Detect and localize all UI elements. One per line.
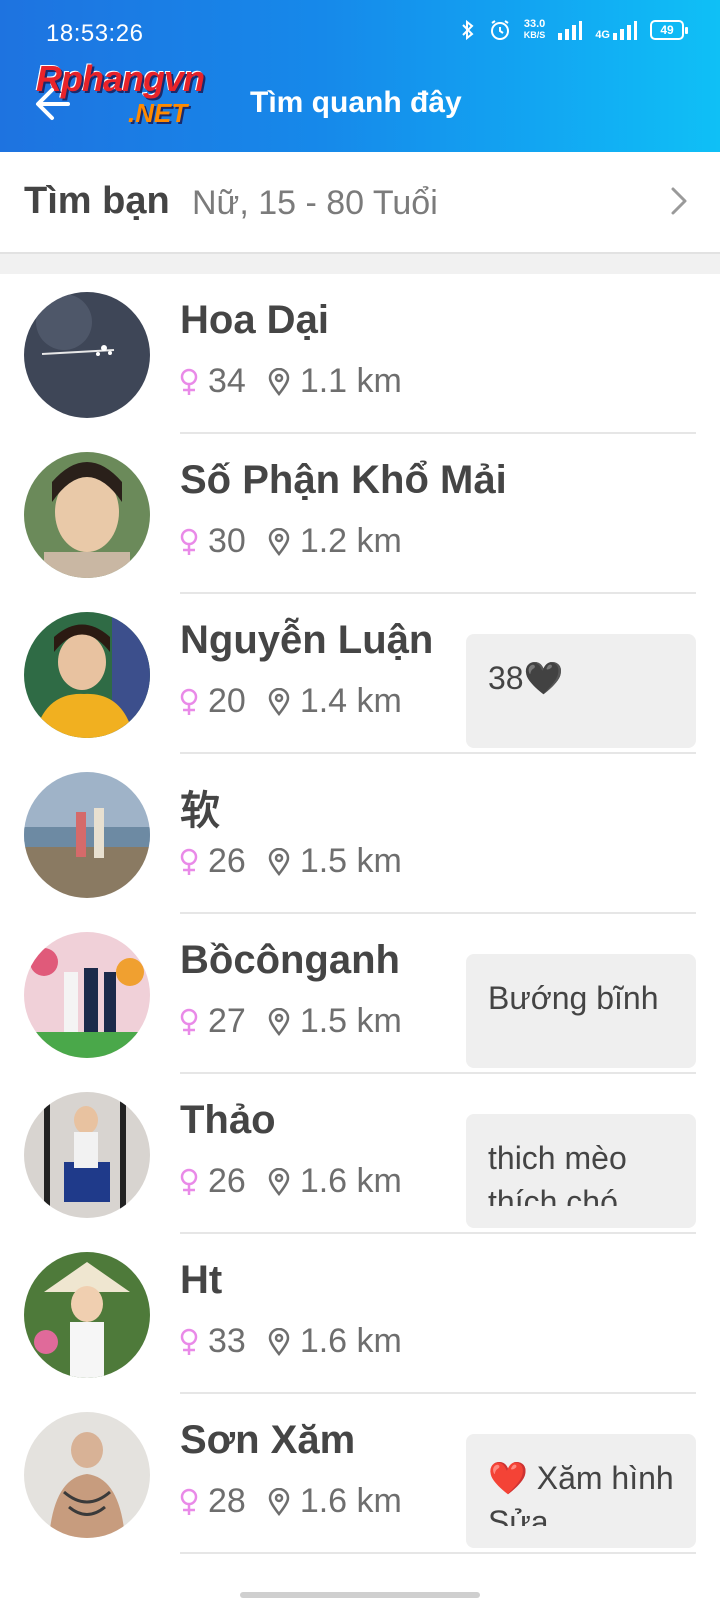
logo-suffix: .NET bbox=[128, 98, 188, 128]
map-pin-icon bbox=[268, 1007, 290, 1036]
user-meta: 34 1.1 km bbox=[178, 362, 402, 401]
avatar[interactable] bbox=[24, 1092, 150, 1218]
user-age: 20 bbox=[208, 682, 246, 720]
app-header-background: 18:53:26 33.0 KB/S 4G 49 Rphangvn .NET T… bbox=[0, 0, 720, 152]
map-pin-icon bbox=[268, 527, 290, 556]
signal-4g-icon bbox=[613, 21, 637, 40]
list-item[interactable]: Sơn Xăm 28 1.6 km ❤️ Xăm hình Sửa bbox=[0, 1394, 720, 1554]
user-distance: 1.5 km bbox=[299, 842, 402, 880]
user-name: Bồcônganh bbox=[180, 938, 400, 982]
user-name: Số Phận Khổ Mải bbox=[180, 458, 507, 502]
net-speed-value: 33.0 bbox=[523, 18, 546, 30]
user-name: Nguyễn Luận bbox=[180, 618, 434, 662]
user-name: Hoa Dại bbox=[180, 298, 329, 342]
list-item[interactable]: 软 26 1.5 km bbox=[0, 754, 720, 914]
user-name: Sơn Xăm bbox=[180, 1418, 356, 1462]
list-item[interactable]: Thảo 26 1.6 km thich mèo thích chó bbox=[0, 1074, 720, 1234]
user-distance: 1.1 km bbox=[299, 362, 402, 400]
female-icon bbox=[180, 1008, 198, 1035]
female-icon bbox=[180, 1328, 198, 1355]
section-separator bbox=[0, 254, 720, 274]
avatar[interactable] bbox=[24, 452, 150, 578]
user-meta: 33 1.6 km bbox=[178, 1322, 402, 1361]
user-age: 33 bbox=[208, 1322, 246, 1360]
user-age: 26 bbox=[208, 1162, 246, 1200]
chevron-right-icon bbox=[671, 187, 687, 215]
user-distance: 1.6 km bbox=[299, 1322, 402, 1360]
status-icons: 33.0 KB/S 4G 49 bbox=[460, 18, 688, 42]
avatar[interactable] bbox=[24, 932, 150, 1058]
list-item[interactable]: Ht 33 1.6 km bbox=[0, 1234, 720, 1394]
user-distance: 1.2 km bbox=[299, 522, 402, 560]
alarm-icon bbox=[490, 20, 509, 40]
home-indicator bbox=[240, 1592, 480, 1598]
map-pin-icon bbox=[268, 1487, 290, 1516]
user-meta: 30 1.2 km bbox=[178, 522, 402, 561]
user-meta: 28 1.6 km bbox=[178, 1482, 402, 1521]
female-icon bbox=[180, 368, 198, 395]
avatar[interactable] bbox=[24, 1412, 150, 1538]
female-icon bbox=[180, 1488, 198, 1515]
bluetooth-icon bbox=[462, 19, 474, 41]
list-item[interactable]: Nguyễn Luận 20 1.4 km 38🖤 bbox=[0, 594, 720, 754]
status-text: Bướng bĩnh bbox=[488, 980, 659, 1016]
battery-level: 49 bbox=[660, 23, 674, 37]
user-distance: 1.5 km bbox=[299, 1002, 402, 1040]
list-item[interactable]: Bồcônganh 27 1.5 km Bướng bĩnh bbox=[0, 914, 720, 1074]
net-speed: 33.0 KB/S bbox=[524, 19, 546, 41]
user-name: Ht bbox=[180, 1258, 223, 1302]
status-bubble: Bướng bĩnh bbox=[466, 954, 696, 1068]
avatar[interactable] bbox=[24, 772, 150, 898]
female-icon bbox=[180, 848, 198, 875]
network-indicator: 4G bbox=[595, 19, 638, 41]
filter-row[interactable]: Tìm bạn Nữ, 15 - 80 Tuổi bbox=[0, 152, 720, 254]
map-pin-icon bbox=[268, 847, 290, 876]
map-pin-icon bbox=[268, 1167, 290, 1196]
app-header: Rphangvn .NET Tìm quanh đây bbox=[0, 56, 720, 152]
map-pin-icon bbox=[268, 367, 290, 396]
filter-title: Tìm bạn bbox=[24, 180, 170, 222]
avatar[interactable] bbox=[24, 292, 150, 418]
user-age: 30 bbox=[208, 522, 246, 560]
user-age: 27 bbox=[208, 1002, 246, 1040]
status-bar: 18:53:26 33.0 KB/S 4G 49 bbox=[0, 0, 720, 56]
user-name: 软 bbox=[180, 789, 220, 833]
status-bubble: ❤️ Xăm hình Sửa bbox=[466, 1434, 696, 1548]
user-meta: 20 1.4 km bbox=[178, 682, 402, 721]
map-pin-icon bbox=[268, 687, 290, 716]
back-arrow-icon[interactable] bbox=[28, 78, 80, 130]
user-distance: 1.6 km bbox=[299, 1482, 402, 1520]
female-icon bbox=[180, 528, 198, 555]
avatar[interactable] bbox=[24, 1252, 150, 1378]
user-distance: 1.4 km bbox=[299, 682, 402, 720]
avatar[interactable] bbox=[24, 612, 150, 738]
map-pin-icon bbox=[268, 1327, 290, 1356]
user-meta: 26 1.5 km bbox=[178, 842, 402, 881]
network-type: 4G bbox=[595, 29, 610, 41]
list-item[interactable]: Hoa Dại 34 1.1 km bbox=[0, 274, 720, 434]
net-speed-unit: KB/S bbox=[523, 30, 546, 40]
status-time: 18:53:26 bbox=[46, 20, 144, 47]
user-age: 28 bbox=[208, 1482, 246, 1520]
status-text: ❤️ Xăm hình Sửa bbox=[488, 1460, 674, 1526]
signal-icon bbox=[558, 21, 583, 40]
user-distance: 1.6 km bbox=[299, 1162, 402, 1200]
page-title: Tìm quanh đây bbox=[250, 86, 462, 119]
user-name: Thảo bbox=[180, 1098, 276, 1142]
user-meta: 27 1.5 km bbox=[178, 1002, 402, 1041]
status-bubble: thich mèo thích chó bbox=[466, 1114, 696, 1228]
status-bubble: 38🖤 bbox=[466, 634, 696, 748]
divider bbox=[180, 1552, 696, 1554]
user-age: 34 bbox=[208, 362, 246, 400]
list-item[interactable]: Số Phận Khổ Mải 30 1.2 km bbox=[0, 434, 720, 594]
status-text: 38🖤 bbox=[488, 660, 564, 696]
filter-value: Nữ, 15 - 80 Tuổi bbox=[192, 184, 438, 222]
female-icon bbox=[180, 1168, 198, 1195]
nearby-user-list: Hoa Dại 34 1.1 km Số Phận Khổ Mải 30 1.2… bbox=[0, 274, 720, 1554]
female-icon bbox=[180, 688, 198, 715]
status-text: thich mèo thích chó bbox=[488, 1140, 627, 1206]
user-meta: 26 1.6 km bbox=[178, 1162, 402, 1201]
user-age: 26 bbox=[208, 842, 246, 880]
battery-icon: 49 bbox=[650, 20, 688, 40]
